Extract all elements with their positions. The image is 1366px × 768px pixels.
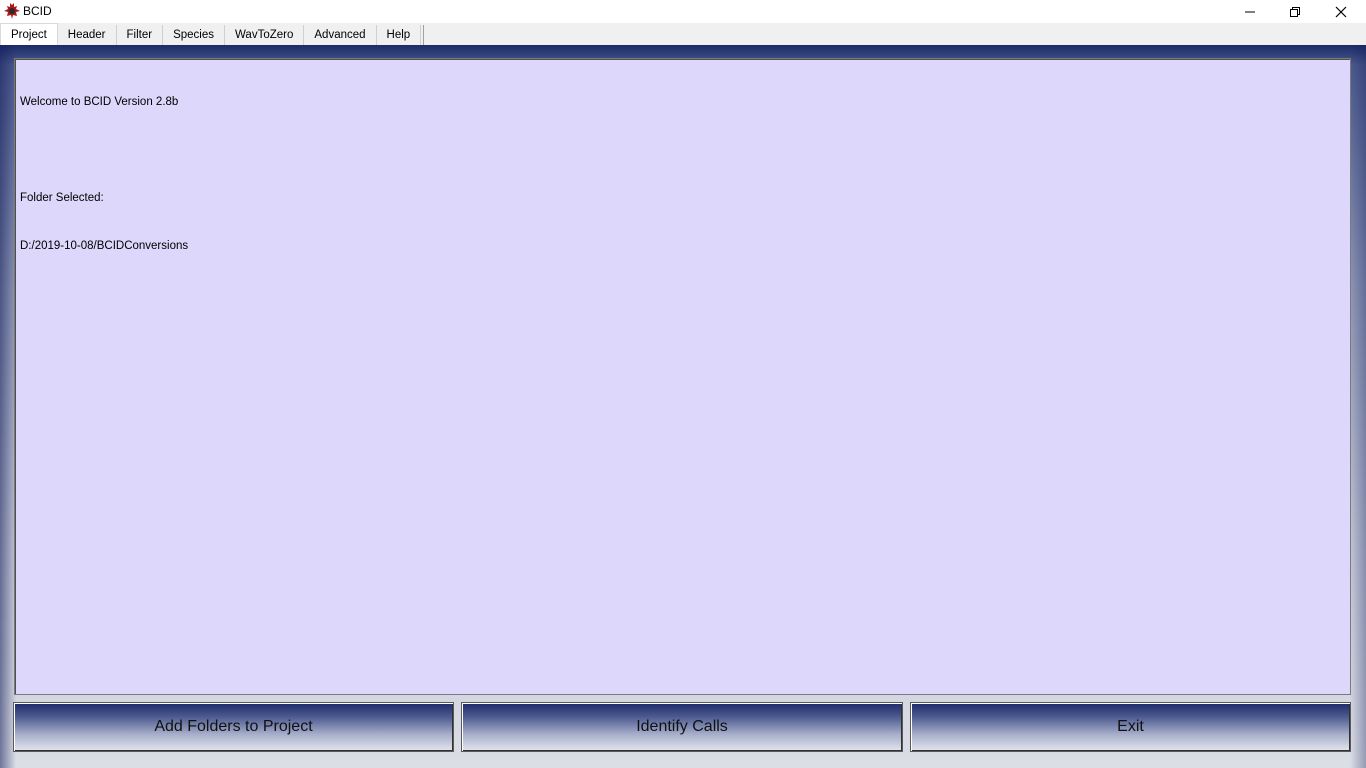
tab-header[interactable]: Header	[57, 25, 117, 45]
tab-advanced[interactable]: Advanced	[304, 25, 377, 45]
tab-species[interactable]: Species	[163, 25, 225, 45]
close-button[interactable]	[1318, 0, 1364, 23]
tab-wavtozero[interactable]: WavToZero	[225, 25, 305, 45]
log-line: Folder Selected:	[20, 192, 104, 204]
project-log-text[interactable]: Welcome to BCID Version 2.8b Folder Sele…	[14, 58, 1351, 695]
log-line: D:/2019-10-08/BCIDConversions	[20, 240, 189, 252]
tab-help[interactable]: Help	[376, 25, 422, 45]
title-bar[interactable]: BCID	[0, 0, 1366, 23]
tab-project[interactable]: Project	[0, 23, 58, 45]
tab-list: Project Header Filter Species WavToZero …	[0, 23, 425, 45]
exit-button[interactable]: Exit	[910, 702, 1351, 752]
bat-app-icon	[4, 3, 20, 19]
restore-button[interactable]	[1272, 0, 1318, 23]
tab-filter[interactable]: Filter	[116, 25, 164, 45]
window-title: BCID	[23, 4, 52, 18]
tab-strip-end	[421, 25, 425, 45]
minimize-button[interactable]	[1227, 0, 1273, 23]
restore-icon	[1290, 6, 1300, 17]
add-folders-button[interactable]: Add Folders to Project	[13, 702, 454, 752]
log-line: Welcome to BCID Version 2.8b	[20, 96, 179, 108]
minimize-icon	[1245, 11, 1255, 12]
bcid-window: BCID Project Header Filter Species WavTo	[0, 0, 1366, 768]
close-icon	[1335, 6, 1347, 17]
tab-strip: Project Header Filter Species WavToZero …	[0, 23, 1366, 45]
project-panel: Welcome to BCID Version 2.8b Folder Sele…	[0, 45, 1366, 768]
identify-calls-button[interactable]: Identify Calls	[461, 702, 903, 752]
